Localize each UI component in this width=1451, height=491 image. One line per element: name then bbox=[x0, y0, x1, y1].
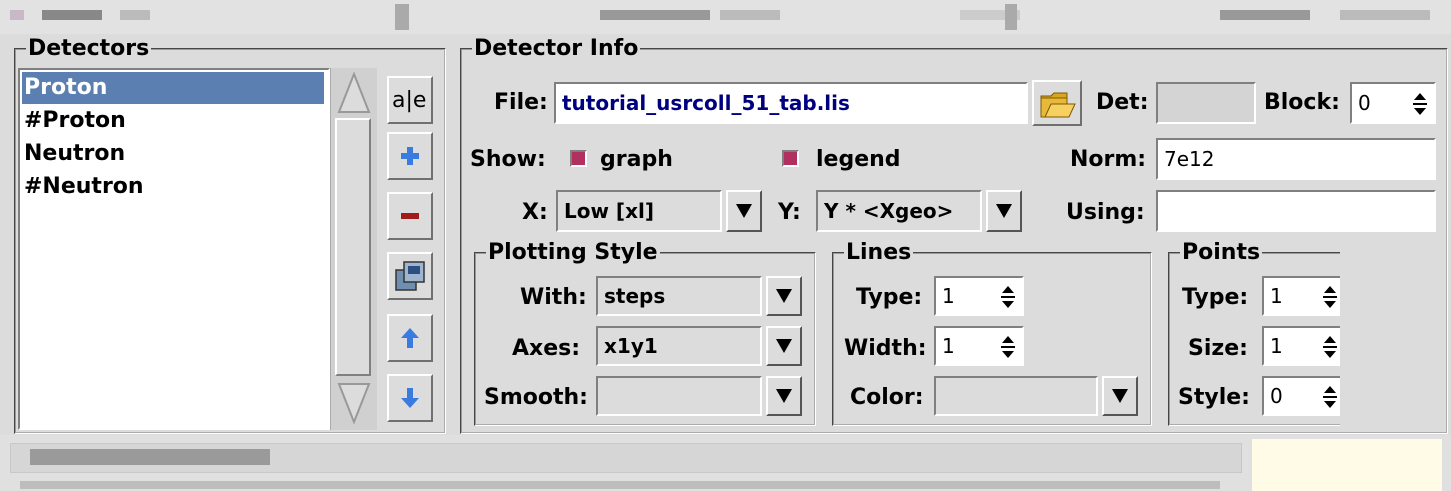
point-type-value: 1 bbox=[1270, 284, 1283, 308]
copy-icon bbox=[395, 261, 425, 291]
using-input[interactable] bbox=[1156, 190, 1436, 232]
line-type-spinbox[interactable]: 1 bbox=[934, 276, 1024, 316]
det-field bbox=[1156, 82, 1256, 124]
block-spinbox[interactable]: 0 bbox=[1350, 82, 1436, 124]
block-value: 0 bbox=[1358, 91, 1371, 115]
smooth-dropdown-button[interactable] bbox=[766, 376, 802, 416]
scroll-down-icon[interactable] bbox=[337, 382, 371, 424]
point-style-value: 0 bbox=[1270, 384, 1283, 408]
line-width-spinbox[interactable]: 1 bbox=[934, 326, 1024, 366]
line-width-value: 1 bbox=[942, 334, 955, 358]
file-value: tutorial_usrcoll_51_tab.lis bbox=[562, 91, 850, 115]
list-item[interactable]: Neutron bbox=[22, 138, 125, 170]
line-color-label: Color: bbox=[850, 385, 924, 410]
chevron-down-icon bbox=[996, 204, 1012, 218]
line-type-label: Type: bbox=[856, 285, 923, 310]
y-dropdown-button[interactable] bbox=[986, 190, 1022, 232]
add-button[interactable] bbox=[387, 132, 433, 180]
point-type-label: Type: bbox=[1182, 285, 1249, 310]
list-item[interactable]: #Proton bbox=[22, 105, 126, 137]
detectors-list[interactable]: Proton #Proton Neutron #Neutron bbox=[18, 68, 330, 430]
detectors-scrollbar[interactable] bbox=[330, 68, 377, 430]
scroll-thumb[interactable] bbox=[335, 118, 371, 376]
x-label: X: bbox=[522, 200, 548, 225]
minus-icon bbox=[401, 213, 419, 219]
arrow-down-icon bbox=[401, 388, 419, 408]
chevron-down-icon bbox=[736, 204, 752, 218]
graph-checkbox[interactable] bbox=[570, 150, 587, 167]
detector-info-group-title: Detector Info bbox=[472, 36, 641, 61]
legend-label: legend bbox=[816, 147, 901, 172]
with-select[interactable]: steps bbox=[596, 276, 762, 316]
chevron-down-icon bbox=[776, 289, 792, 303]
line-color-select[interactable] bbox=[934, 376, 1098, 416]
show-label: Show: bbox=[470, 147, 546, 172]
line-type-value: 1 bbox=[942, 284, 955, 308]
plotting-style-title: Plotting Style bbox=[486, 240, 660, 265]
list-item[interactable]: Proton bbox=[22, 72, 324, 104]
rename-button[interactable]: a|e bbox=[387, 76, 433, 124]
x-dropdown-button[interactable] bbox=[726, 190, 762, 232]
point-type-spin-arrows-icon[interactable] bbox=[1322, 283, 1338, 311]
with-value: steps bbox=[604, 284, 666, 308]
top-toolbar-blurred bbox=[0, 0, 1451, 34]
points-title: Points bbox=[1180, 240, 1263, 265]
x-select[interactable]: Low [xl] bbox=[556, 190, 722, 232]
norm-label: Norm: bbox=[1070, 147, 1147, 172]
point-size-spinbox[interactable]: 1 bbox=[1262, 326, 1340, 366]
list-item[interactable]: #Neutron bbox=[22, 171, 144, 203]
chevron-down-icon bbox=[1112, 389, 1128, 403]
axes-select[interactable]: x1y1 bbox=[596, 326, 762, 366]
move-down-button[interactable] bbox=[387, 374, 433, 422]
block-label: Block: bbox=[1264, 90, 1340, 115]
axes-dropdown-button[interactable] bbox=[766, 326, 802, 366]
point-style-label: Style: bbox=[1178, 385, 1250, 410]
legend-checkbox[interactable] bbox=[782, 150, 799, 167]
lines-title: Lines bbox=[844, 240, 914, 265]
open-file-button[interactable] bbox=[1032, 80, 1082, 126]
point-size-spin-arrows-icon[interactable] bbox=[1322, 333, 1338, 361]
smooth-select[interactable] bbox=[596, 376, 762, 416]
point-size-label: Size: bbox=[1188, 336, 1248, 361]
rename-icon: a|e bbox=[392, 88, 427, 113]
chevron-down-icon bbox=[776, 389, 792, 403]
y-label: Y: bbox=[778, 200, 801, 225]
clone-button[interactable] bbox=[387, 252, 433, 300]
axes-value: x1y1 bbox=[604, 334, 658, 358]
detectors-group-title: Detectors bbox=[26, 36, 152, 61]
smooth-label: Smooth: bbox=[484, 385, 588, 410]
with-dropdown-button[interactable] bbox=[766, 276, 802, 316]
using-label: Using: bbox=[1066, 200, 1145, 225]
point-type-spinbox[interactable]: 1 bbox=[1262, 276, 1340, 316]
graph-label: graph bbox=[600, 147, 673, 172]
line-color-dropdown-button[interactable] bbox=[1102, 376, 1138, 416]
line-width-spin-arrows-icon[interactable] bbox=[1000, 333, 1016, 361]
plus-icon bbox=[401, 147, 419, 165]
axes-label: Axes: bbox=[512, 336, 581, 361]
status-bar bbox=[0, 435, 1451, 491]
block-spin-arrows-icon[interactable] bbox=[1412, 90, 1428, 118]
status-info-panel bbox=[1252, 439, 1442, 491]
file-label: File: bbox=[494, 90, 548, 115]
x-value: Low [xl] bbox=[564, 199, 654, 223]
point-style-spinbox[interactable]: 0 bbox=[1262, 376, 1340, 416]
remove-button[interactable] bbox=[387, 192, 433, 240]
with-label: With: bbox=[520, 285, 587, 310]
y-select[interactable]: Y * <Xgeo> bbox=[816, 190, 982, 232]
norm-value: 7e12 bbox=[1164, 147, 1215, 171]
det-label: Det: bbox=[1096, 90, 1149, 115]
scroll-up-icon[interactable] bbox=[337, 72, 371, 114]
move-up-button[interactable] bbox=[387, 314, 433, 362]
y-value: Y * <Xgeo> bbox=[824, 199, 954, 223]
line-width-label: Width: bbox=[844, 336, 927, 361]
norm-input[interactable]: 7e12 bbox=[1156, 138, 1436, 180]
chevron-down-icon bbox=[776, 339, 792, 353]
file-input[interactable]: tutorial_usrcoll_51_tab.lis bbox=[554, 82, 1028, 124]
line-type-spin-arrows-icon[interactable] bbox=[1000, 283, 1016, 311]
arrow-up-icon bbox=[401, 328, 419, 348]
folder-open-icon bbox=[1040, 92, 1076, 118]
point-style-spin-arrows-icon[interactable] bbox=[1322, 383, 1338, 411]
point-size-value: 1 bbox=[1270, 334, 1283, 358]
